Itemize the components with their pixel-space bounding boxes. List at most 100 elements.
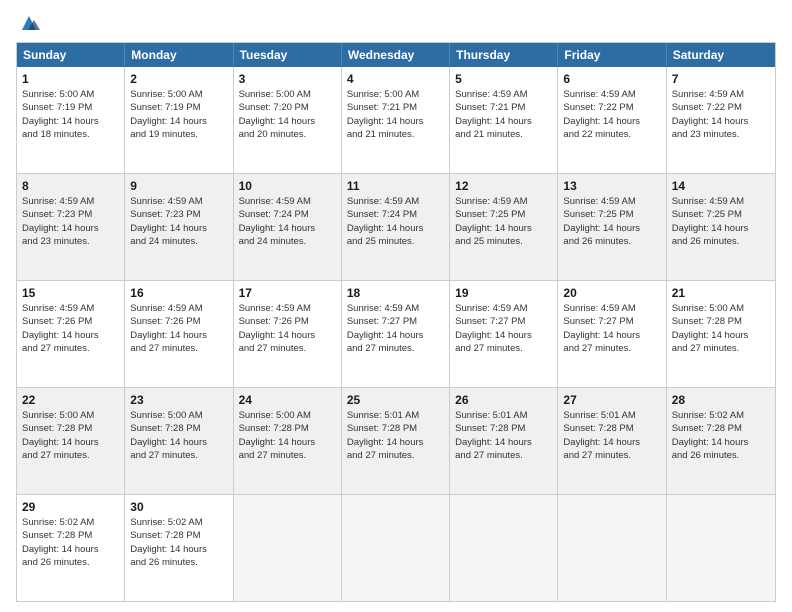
calendar-row-1: 1Sunrise: 5:00 AMSunset: 7:19 PMDaylight…	[17, 67, 775, 174]
day-info: Sunrise: 5:02 AMSunset: 7:28 PMDaylight:…	[22, 516, 119, 569]
day-number: 2	[130, 71, 227, 87]
day-number: 28	[672, 392, 770, 408]
day-number: 18	[347, 285, 444, 301]
day-info: Sunrise: 5:01 AMSunset: 7:28 PMDaylight:…	[455, 409, 552, 462]
calendar-cell-25: 25Sunrise: 5:01 AMSunset: 7:28 PMDayligh…	[342, 388, 450, 494]
logo	[16, 14, 40, 34]
calendar-cell-26: 26Sunrise: 5:01 AMSunset: 7:28 PMDayligh…	[450, 388, 558, 494]
calendar-cell-30: 30Sunrise: 5:02 AMSunset: 7:28 PMDayligh…	[125, 495, 233, 601]
day-number: 22	[22, 392, 119, 408]
calendar-cell-24: 24Sunrise: 5:00 AMSunset: 7:28 PMDayligh…	[234, 388, 342, 494]
day-number: 10	[239, 178, 336, 194]
calendar-cell-18: 18Sunrise: 4:59 AMSunset: 7:27 PMDayligh…	[342, 281, 450, 387]
calendar-cell-empty	[342, 495, 450, 601]
day-info: Sunrise: 4:59 AMSunset: 7:25 PMDaylight:…	[455, 195, 552, 248]
calendar-cell-13: 13Sunrise: 4:59 AMSunset: 7:25 PMDayligh…	[558, 174, 666, 280]
header-day-thursday: Thursday	[450, 43, 558, 67]
calendar-cell-14: 14Sunrise: 4:59 AMSunset: 7:25 PMDayligh…	[667, 174, 775, 280]
day-number: 26	[455, 392, 552, 408]
day-info: Sunrise: 5:00 AMSunset: 7:21 PMDaylight:…	[347, 88, 444, 141]
day-info: Sunrise: 5:02 AMSunset: 7:28 PMDaylight:…	[672, 409, 770, 462]
day-info: Sunrise: 4:59 AMSunset: 7:21 PMDaylight:…	[455, 88, 552, 141]
day-info: Sunrise: 4:59 AMSunset: 7:22 PMDaylight:…	[672, 88, 770, 141]
day-info: Sunrise: 5:00 AMSunset: 7:28 PMDaylight:…	[130, 409, 227, 462]
day-number: 13	[563, 178, 660, 194]
day-info: Sunrise: 4:59 AMSunset: 7:27 PMDaylight:…	[455, 302, 552, 355]
calendar-cell-17: 17Sunrise: 4:59 AMSunset: 7:26 PMDayligh…	[234, 281, 342, 387]
day-number: 14	[672, 178, 770, 194]
day-number: 16	[130, 285, 227, 301]
header-day-tuesday: Tuesday	[234, 43, 342, 67]
day-number: 21	[672, 285, 770, 301]
calendar-cell-8: 8Sunrise: 4:59 AMSunset: 7:23 PMDaylight…	[17, 174, 125, 280]
day-info: Sunrise: 4:59 AMSunset: 7:27 PMDaylight:…	[347, 302, 444, 355]
calendar-cell-21: 21Sunrise: 5:00 AMSunset: 7:28 PMDayligh…	[667, 281, 775, 387]
calendar-cell-1: 1Sunrise: 5:00 AMSunset: 7:19 PMDaylight…	[17, 67, 125, 173]
calendar-cell-3: 3Sunrise: 5:00 AMSunset: 7:20 PMDaylight…	[234, 67, 342, 173]
header	[16, 14, 776, 34]
header-day-wednesday: Wednesday	[342, 43, 450, 67]
calendar-cell-4: 4Sunrise: 5:00 AMSunset: 7:21 PMDaylight…	[342, 67, 450, 173]
day-number: 30	[130, 499, 227, 515]
day-number: 29	[22, 499, 119, 515]
day-info: Sunrise: 4:59 AMSunset: 7:24 PMDaylight:…	[239, 195, 336, 248]
calendar-cell-20: 20Sunrise: 4:59 AMSunset: 7:27 PMDayligh…	[558, 281, 666, 387]
day-info: Sunrise: 4:59 AMSunset: 7:23 PMDaylight:…	[130, 195, 227, 248]
day-number: 12	[455, 178, 552, 194]
day-number: 23	[130, 392, 227, 408]
calendar-cell-27: 27Sunrise: 5:01 AMSunset: 7:28 PMDayligh…	[558, 388, 666, 494]
calendar-row-5: 29Sunrise: 5:02 AMSunset: 7:28 PMDayligh…	[17, 495, 775, 601]
day-number: 8	[22, 178, 119, 194]
header-day-friday: Friday	[558, 43, 666, 67]
day-number: 6	[563, 71, 660, 87]
day-number: 20	[563, 285, 660, 301]
calendar-row-4: 22 Sunrise: 5:00 AMSunset: 7:28 PMDayligh…	[17, 388, 775, 495]
calendar-cell-28: 28Sunrise: 5:02 AMSunset: 7:28 PMDayligh…	[667, 388, 775, 494]
calendar-row-2: 8 Sunrise: 4:59 AMSunset: 7:23 PMDaylight…	[17, 174, 775, 281]
calendar-cell-6: 6Sunrise: 4:59 AMSunset: 7:22 PMDaylight…	[558, 67, 666, 173]
day-info: Sunrise: 4:59 AMSunset: 7:27 PMDaylight:…	[563, 302, 660, 355]
calendar-cell-12: 12Sunrise: 4:59 AMSunset: 7:25 PMDayligh…	[450, 174, 558, 280]
calendar-cell-5: 5Sunrise: 4:59 AMSunset: 7:21 PMDaylight…	[450, 67, 558, 173]
day-number: 7	[672, 71, 770, 87]
day-info: Sunrise: 4:59 AMSunset: 7:26 PMDaylight:…	[22, 302, 119, 355]
day-info: Sunrise: 4:59 AMSunset: 7:24 PMDaylight:…	[347, 195, 444, 248]
day-number: 15	[22, 285, 119, 301]
day-info: Sunrise: 4:59 AMSunset: 7:26 PMDaylight:…	[130, 302, 227, 355]
day-number: 3	[239, 71, 336, 87]
day-info: Sunrise: 5:02 AMSunset: 7:28 PMDaylight:…	[130, 516, 227, 569]
calendar-cell-empty	[667, 495, 775, 601]
logo-icon	[18, 12, 40, 34]
day-number: 11	[347, 178, 444, 194]
calendar-cell-29: 29Sunrise: 5:02 AMSunset: 7:28 PMDayligh…	[17, 495, 125, 601]
day-info: Sunrise: 5:00 AMSunset: 7:20 PMDaylight:…	[239, 88, 336, 141]
calendar: SundayMondayTuesdayWednesdayThursdayFrid…	[16, 42, 776, 602]
calendar-body: 1Sunrise: 5:00 AMSunset: 7:19 PMDaylight…	[17, 67, 775, 601]
header-day-saturday: Saturday	[667, 43, 775, 67]
calendar-cell-23: 23Sunrise: 5:00 AMSunset: 7:28 PMDayligh…	[125, 388, 233, 494]
day-number: 25	[347, 392, 444, 408]
day-number: 4	[347, 71, 444, 87]
day-info: Sunrise: 4:59 AMSunset: 7:25 PMDaylight:…	[672, 195, 770, 248]
calendar-cell-empty	[234, 495, 342, 601]
day-number: 5	[455, 71, 552, 87]
day-info: Sunrise: 4:59 AMSunset: 7:25 PMDaylight:…	[563, 195, 660, 248]
day-number: 17	[239, 285, 336, 301]
day-info: Sunrise: 5:00 AMSunset: 7:19 PMDaylight:…	[22, 88, 119, 141]
calendar-cell-empty	[558, 495, 666, 601]
day-info: Sunrise: 5:01 AMSunset: 7:28 PMDaylight:…	[563, 409, 660, 462]
day-number: 27	[563, 392, 660, 408]
day-info: Sunrise: 4:59 AMSunset: 7:26 PMDaylight:…	[239, 302, 336, 355]
day-number: 19	[455, 285, 552, 301]
calendar-cell-11: 11Sunrise: 4:59 AMSunset: 7:24 PMDayligh…	[342, 174, 450, 280]
calendar-cell-19: 19Sunrise: 4:59 AMSunset: 7:27 PMDayligh…	[450, 281, 558, 387]
day-info: Sunrise: 5:01 AMSunset: 7:28 PMDaylight:…	[347, 409, 444, 462]
calendar-cell-10: 10Sunrise: 4:59 AMSunset: 7:24 PMDayligh…	[234, 174, 342, 280]
day-number: 9	[130, 178, 227, 194]
header-day-sunday: Sunday	[17, 43, 125, 67]
calendar-cell-15: 15Sunrise: 4:59 AMSunset: 7:26 PMDayligh…	[17, 281, 125, 387]
calendar-cell-7: 7Sunrise: 4:59 AMSunset: 7:22 PMDaylight…	[667, 67, 775, 173]
day-info: Sunrise: 5:00 AMSunset: 7:19 PMDaylight:…	[130, 88, 227, 141]
calendar-cell-empty	[450, 495, 558, 601]
calendar-cell-9: 9Sunrise: 4:59 AMSunset: 7:23 PMDaylight…	[125, 174, 233, 280]
